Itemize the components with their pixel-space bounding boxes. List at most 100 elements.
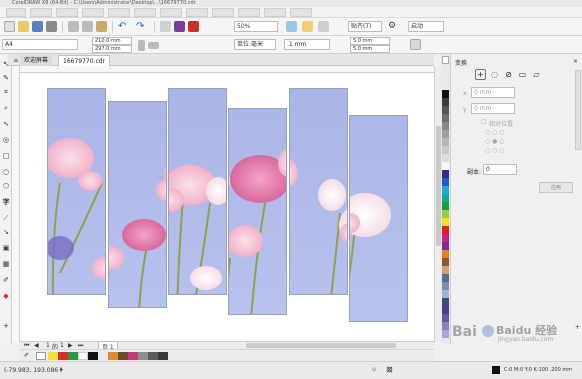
full-screen-icon[interactable] [286, 21, 297, 32]
freehand-tool-icon[interactable]: ∿ [2, 120, 10, 128]
menu-file[interactable] [6, 8, 26, 17]
size-icon[interactable]: ▭ [517, 69, 528, 80]
palette-lime[interactable] [442, 210, 449, 218]
new-document-icon[interactable] [4, 21, 15, 32]
outline-color-swatch[interactable] [492, 366, 500, 374]
photo-strip-6[interactable] [349, 115, 408, 322]
palette-steel[interactable] [442, 282, 449, 290]
copies-field[interactable]: 0 [483, 164, 517, 175]
palette-dark-blue[interactable] [442, 298, 449, 306]
photo-strip-2[interactable] [108, 101, 167, 308]
palette-gray-80[interactable] [442, 106, 449, 114]
palette-indigo[interactable] [442, 306, 449, 314]
palette-gray-30[interactable] [442, 146, 449, 154]
skew-icon[interactable]: ▱ [531, 69, 542, 80]
swatch-green[interactable] [68, 352, 78, 360]
palette-cyan[interactable] [442, 186, 449, 194]
swatch-gray1[interactable] [138, 352, 148, 360]
menu-edit[interactable] [30, 8, 52, 17]
interactive-fill-icon[interactable]: ◆ [2, 292, 10, 300]
palette-tan[interactable] [442, 266, 449, 274]
palette-gray-40[interactable] [442, 138, 449, 146]
save-icon[interactable] [32, 21, 43, 32]
palette-lavender[interactable] [442, 322, 449, 330]
photo-strip-1[interactable] [47, 88, 106, 295]
palette-magenta[interactable] [442, 234, 449, 242]
export-icon[interactable] [174, 21, 185, 32]
swatch-white[interactable] [78, 352, 88, 360]
palette-brown[interactable] [442, 258, 449, 266]
rotate-icon[interactable]: ◌ [489, 69, 500, 80]
eyedropper-icon[interactable]: ✐ [2, 276, 10, 284]
palette-yellow[interactable] [442, 218, 449, 226]
shape-tool-icon[interactable]: ✎ [2, 74, 10, 82]
tab-document[interactable]: 16679770.cdr [58, 55, 111, 66]
palette-gray-70[interactable] [442, 114, 449, 122]
nudge-distance-field[interactable]: .1 mm [284, 39, 330, 50]
photo-strip-4[interactable] [228, 108, 287, 315]
menu-window[interactable] [264, 8, 286, 17]
menu-text[interactable] [186, 8, 208, 17]
photo-strip-5[interactable] [289, 88, 348, 295]
crop-tool-icon[interactable]: ⌗ [2, 88, 10, 96]
duplicate-y-field[interactable]: 5.0 mm [350, 45, 390, 53]
smart-fill-icon[interactable]: ◎ [2, 136, 10, 144]
position-icon[interactable]: + [475, 69, 486, 80]
tab-welcome[interactable]: 欢迎屏幕 [20, 55, 53, 66]
palette-violet[interactable] [442, 314, 449, 322]
landscape-icon[interactable] [148, 42, 159, 49]
launch-dropdown[interactable]: 启动 [408, 21, 444, 32]
swatch-brown[interactable] [118, 352, 128, 360]
palette-blue[interactable] [442, 178, 449, 186]
drawing-canvas[interactable] [20, 73, 434, 341]
palette-lilac[interactable] [442, 330, 449, 338]
drop-shadow-icon[interactable]: ▣ [2, 244, 10, 252]
grid-icon[interactable] [318, 21, 329, 32]
snap-to-dropdown[interactable]: 贴齐(T) [348, 21, 382, 32]
page-next-icon[interactable]: ▶ [68, 342, 73, 349]
page-options-icon[interactable] [410, 39, 421, 50]
rulers-icon[interactable] [302, 21, 313, 32]
print-icon[interactable] [46, 21, 57, 32]
palette-purple[interactable] [442, 242, 449, 250]
connector-tool-icon[interactable]: ↘ [2, 228, 10, 236]
palette-pale-blue[interactable] [442, 290, 449, 298]
palette-orange[interactable] [442, 250, 449, 258]
menu-layout[interactable] [82, 8, 104, 17]
ellipse-tool-icon[interactable]: ○ [2, 168, 10, 176]
menu-effects[interactable] [134, 8, 156, 17]
no-color-swatch[interactable] [36, 352, 46, 360]
palette-no-color[interactable] [442, 56, 449, 64]
docker-tab-strip[interactable] [575, 70, 581, 150]
duplicate-x-field[interactable]: 5.0 mm [350, 37, 390, 45]
page-size-select[interactable]: A4 [2, 39, 78, 50]
page-prev-icon[interactable]: ◀ [34, 342, 39, 349]
vertical-scrollbar[interactable] [434, 66, 441, 342]
cut-icon[interactable] [68, 21, 79, 32]
menu-bitmaps[interactable] [160, 8, 182, 17]
swatch-light[interactable] [98, 352, 108, 360]
anchor-grid[interactable]: ○ ○ ○ ○ ● ○ ○ ○ ○ [485, 128, 505, 155]
swatch-black[interactable] [88, 352, 98, 360]
fill-none-icon[interactable]: ⊠ [386, 365, 393, 374]
polygon-tool-icon[interactable]: ⬡ [2, 182, 10, 190]
photo-strip-3[interactable] [168, 88, 227, 295]
palette-gray-50[interactable] [442, 130, 449, 138]
menu-help[interactable] [290, 8, 312, 17]
menu-table[interactable] [212, 8, 234, 17]
transparency-tool-icon[interactable]: ▦ [2, 260, 10, 268]
paste-icon[interactable] [96, 21, 107, 32]
page-width-field[interactable]: 210.0 mm [92, 37, 132, 45]
horizontal-scroll-thumb[interactable] [246, 343, 396, 348]
palette-white[interactable] [442, 162, 449, 170]
page-height-field[interactable]: 297.0 mm [92, 45, 132, 53]
palette-navy[interactable] [442, 170, 449, 178]
swatch-pink[interactable] [128, 352, 138, 360]
horizontal-ruler[interactable] [20, 66, 434, 73]
apply-button[interactable]: 应用 [539, 182, 573, 193]
copy-icon[interactable] [82, 21, 93, 32]
fill-indicator-icon[interactable]: ⬦ [372, 366, 376, 374]
swatch-orange[interactable] [108, 352, 118, 360]
position-x-field[interactable]: 0 mm [471, 87, 515, 98]
zoom-level-field[interactable]: 50% [234, 21, 278, 32]
